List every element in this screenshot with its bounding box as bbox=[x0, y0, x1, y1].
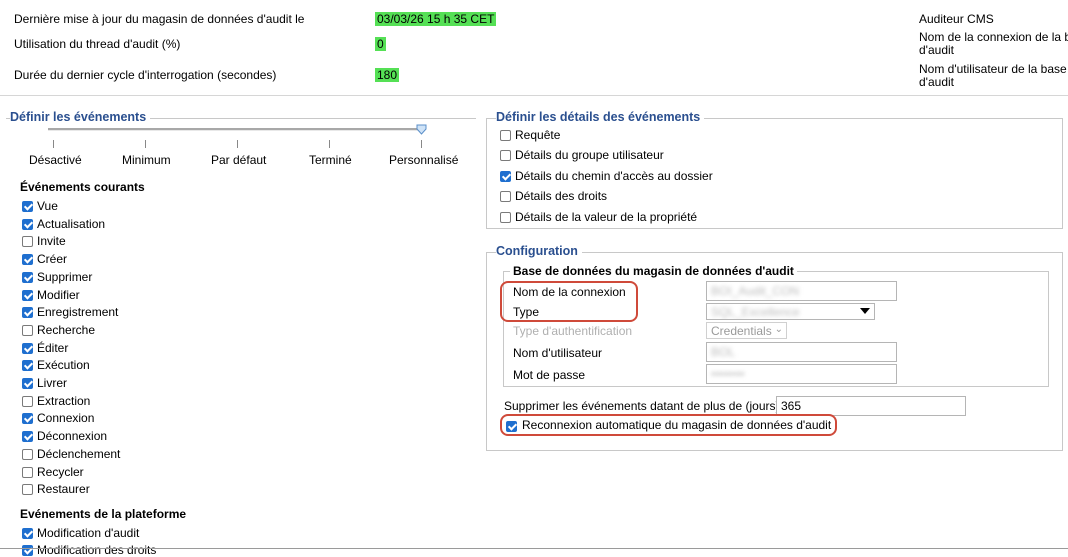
connection-name-label-1: Nom de la connexion de la b bbox=[919, 30, 1068, 44]
current-event-label: Connexion bbox=[37, 411, 95, 426]
current-event-checkbox[interactable] bbox=[22, 360, 33, 372]
current-event-label: Éditer bbox=[37, 340, 69, 355]
current-event-label: Extraction bbox=[37, 393, 91, 408]
slider-label-minimum: Minimum bbox=[122, 153, 171, 167]
current-event-label: Restaurer bbox=[37, 482, 90, 497]
platform-event-label: Modification des droits bbox=[37, 543, 157, 557]
current-event-label: Déconnexion bbox=[37, 429, 108, 444]
detail-label: Détails du chemin d'accès au dossier bbox=[515, 168, 713, 183]
current-event-label: Livrer bbox=[37, 376, 68, 390]
current-event-checkbox[interactable] bbox=[22, 324, 33, 336]
slider-thumb[interactable] bbox=[416, 124, 427, 135]
current-event-label: Exécution bbox=[37, 358, 90, 373]
username-label-1: Nom d'utilisateur de la base bbox=[919, 62, 1067, 76]
cycle-duration-value: 180 bbox=[375, 68, 400, 82]
detail-label: Détails de la valeur de la propriété bbox=[515, 209, 698, 224]
thread-usage-label: Utilisation du thread d'audit (%) bbox=[14, 37, 181, 51]
current-events-title: Événements courants bbox=[20, 180, 145, 194]
detail-checkbox[interactable] bbox=[500, 191, 511, 203]
current-event-label: Vue bbox=[37, 199, 58, 213]
events-group-title: Définir les événements bbox=[10, 110, 151, 124]
thread-usage-value: 0 bbox=[375, 37, 386, 51]
slider-label-finished: Terminé bbox=[309, 153, 352, 167]
current-event-label: Recycler bbox=[37, 464, 84, 479]
current-event-label: Invite bbox=[37, 234, 66, 249]
detail-label: Détails des droits bbox=[515, 189, 608, 204]
current-event-label: Supprimer bbox=[37, 269, 93, 284]
platform-events-title: Evénements de la plateforme bbox=[20, 507, 187, 521]
auth-type-select: Credentials ⌄ bbox=[706, 322, 787, 339]
current-event-checkbox[interactable] bbox=[22, 271, 33, 283]
last-update-value: 03/03/26 15 h 35 CET bbox=[375, 12, 497, 26]
detail-checkbox[interactable] bbox=[500, 211, 511, 223]
annotation-highlight-connection-type bbox=[500, 281, 638, 322]
current-event-label: Créer bbox=[37, 252, 68, 267]
current-event-checkbox[interactable] bbox=[22, 289, 33, 301]
current-event-checkbox[interactable] bbox=[22, 218, 33, 230]
header-divider bbox=[0, 95, 1068, 96]
platform-event-checkbox[interactable] bbox=[22, 545, 33, 556]
chevron-down-icon bbox=[860, 308, 870, 314]
username-label-2: d'audit bbox=[919, 75, 954, 89]
username-label: Nom d'utilisateur bbox=[513, 346, 602, 360]
cycle-duration-label: Durée du dernier cycle d'interrogation (… bbox=[14, 68, 277, 82]
current-event-label: Recherche bbox=[37, 322, 96, 337]
password-input[interactable]: •••••••• bbox=[706, 364, 897, 384]
detail-checkbox[interactable] bbox=[500, 130, 511, 141]
delete-events-input[interactable]: 365 bbox=[776, 396, 966, 416]
current-event-checkbox[interactable] bbox=[22, 431, 33, 443]
slider-label-default: Par défaut bbox=[211, 153, 267, 167]
username-input[interactable]: BOL bbox=[706, 342, 897, 362]
detail-checkbox[interactable] bbox=[500, 150, 511, 162]
auditor-label: Auditeur CMS bbox=[919, 12, 994, 26]
current-event-checkbox[interactable] bbox=[22, 448, 33, 460]
platform-event-checkbox[interactable] bbox=[22, 528, 33, 539]
details-group-title: Définir les détails des événements bbox=[496, 110, 705, 124]
platform-event-label: Modification d'audit bbox=[37, 526, 140, 540]
current-event-checkbox[interactable] bbox=[22, 484, 33, 496]
chevron-down-icon: ⌄ bbox=[774, 324, 783, 335]
annotation-highlight-auto-reconnect bbox=[500, 414, 837, 436]
current-event-checkbox[interactable] bbox=[22, 236, 33, 248]
db-subgroup-title: Base de données du magasin de données d'… bbox=[510, 264, 797, 278]
slider-label-custom: Personnalisé bbox=[389, 153, 459, 167]
last-update-label: Dernière mise à jour du magasin de donné… bbox=[14, 12, 305, 26]
connection-name-label-2: d'audit bbox=[919, 43, 954, 57]
auth-type-label: Type d'authentification bbox=[513, 324, 633, 338]
current-event-label: Modifier bbox=[37, 287, 80, 302]
delete-events-label: Supprimer les événements datant de plus … bbox=[504, 399, 780, 413]
connection-name-input[interactable]: BOI_Audit_CON bbox=[706, 281, 897, 301]
detail-label: Requête bbox=[515, 128, 561, 142]
current-event-checkbox[interactable] bbox=[22, 307, 33, 319]
current-event-label: Enregistrement bbox=[37, 305, 119, 320]
slider-label-disabled: Désactivé bbox=[29, 153, 82, 167]
type-select[interactable]: SQL_Excellence bbox=[706, 303, 875, 320]
current-event-label: Déclenchement bbox=[37, 446, 121, 461]
detail-label: Détails du groupe utilisateur bbox=[515, 148, 664, 163]
current-event-checkbox[interactable] bbox=[22, 378, 33, 389]
password-label: Mot de passe bbox=[513, 368, 586, 382]
current-event-label: Actualisation bbox=[37, 216, 106, 231]
bottom-divider bbox=[0, 548, 1068, 549]
current-event-checkbox[interactable] bbox=[22, 254, 33, 266]
current-event-checkbox[interactable] bbox=[22, 413, 33, 425]
detail-checkbox[interactable] bbox=[500, 170, 511, 182]
current-event-checkbox[interactable] bbox=[22, 395, 33, 407]
configuration-title: Configuration bbox=[496, 244, 582, 258]
current-event-checkbox[interactable] bbox=[22, 201, 33, 212]
current-event-checkbox[interactable] bbox=[22, 342, 33, 354]
current-event-checkbox[interactable] bbox=[22, 466, 33, 478]
